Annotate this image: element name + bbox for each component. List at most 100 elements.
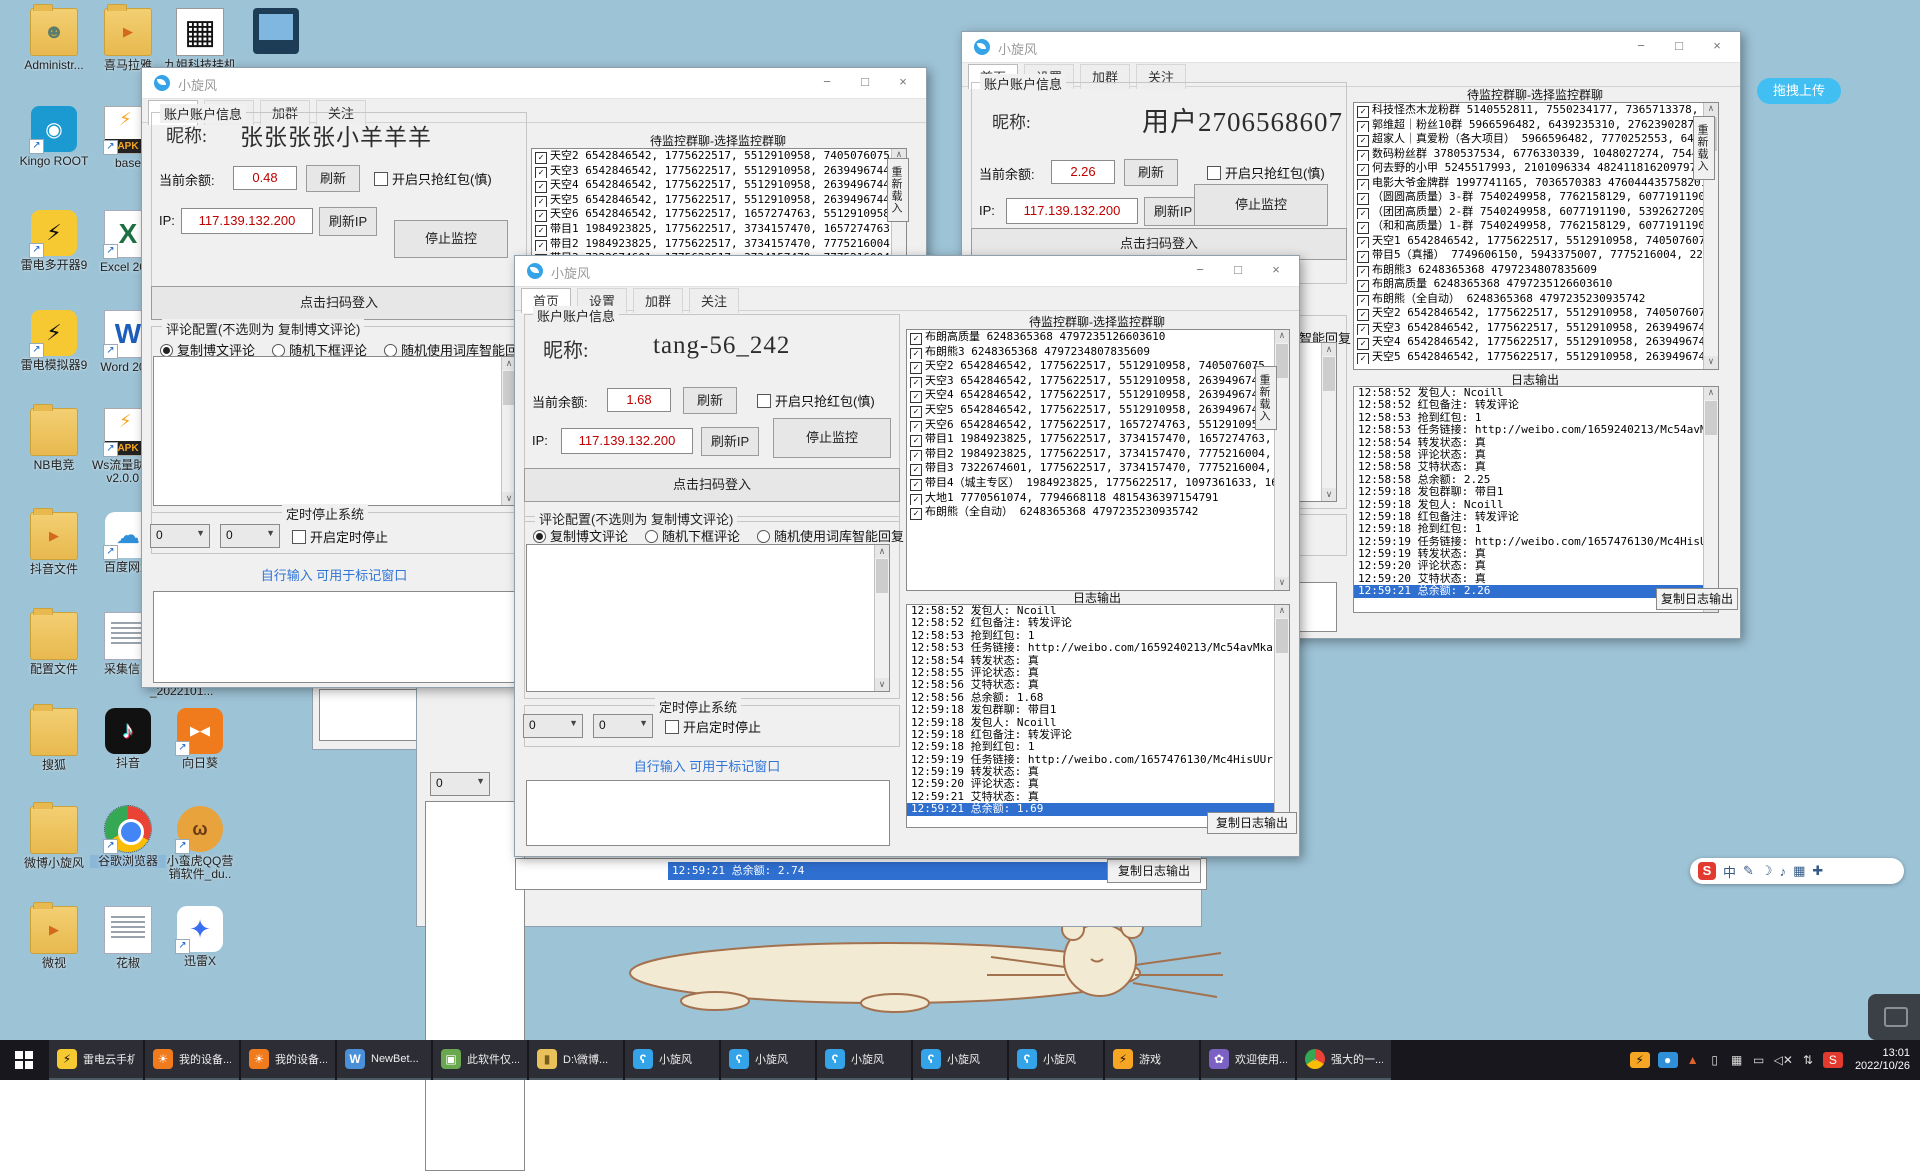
window-minimize-button[interactable]: −	[812, 72, 842, 92]
copy-log-button[interactable]: 复制日志输出	[1107, 859, 1201, 883]
radio-lexicon-reply[interactable]: 随机使用词库智能回复	[757, 526, 904, 545]
log-line[interactable]: 12:58:52 发包人: Ncoill	[1354, 387, 1718, 399]
group-row[interactable]: ✓天空1 6542846542, 1775622517, 5512910958,…	[1354, 234, 1718, 249]
taskbar-item-12-game[interactable]: ⚡游戏	[1105, 1040, 1199, 1080]
checked-checkbox-icon[interactable]: ✓	[1357, 266, 1369, 278]
checked-checkbox-icon[interactable]: ✓	[1357, 106, 1369, 118]
checked-checkbox-icon[interactable]: ✓	[1357, 208, 1369, 220]
checked-checkbox-icon[interactable]: ✓	[1357, 164, 1369, 176]
taskbar-item-13-welcome[interactable]: ✿欢迎使用...	[1201, 1040, 1295, 1080]
taskbar-item-5-picture[interactable]: ▣此软件仅...	[433, 1040, 527, 1080]
group-row[interactable]: ✓天空6 6542846542, 1775622517, 1657274763,…	[532, 207, 906, 222]
log-line[interactable]: 12:59:18 发包人: Ncoill	[907, 717, 1289, 729]
timer-hour-dropdown[interactable]: 0▼	[150, 524, 210, 548]
scroll-up-arrow[interactable]: ∧	[1704, 387, 1718, 400]
window-titlebar[interactable]: 小旋风−□×	[962, 32, 1740, 63]
log-line[interactable]: 12:59:20 评论状态: 真	[907, 778, 1289, 790]
desktop-icon-nb-esports-folder[interactable]: NB电竞	[16, 408, 92, 472]
group-row[interactable]: ✓天空5 6542846542, 1775622517, 5512910958,…	[1354, 350, 1718, 365]
night-mode-icon[interactable]: ☽	[1761, 863, 1773, 879]
checked-checkbox-icon[interactable]: ✓	[535, 167, 547, 179]
desktop-icon-xunlei-x[interactable]: ✦迅雷X	[162, 906, 238, 968]
checked-checkbox-icon[interactable]: ✓	[1357, 222, 1369, 234]
chinese-mode-icon[interactable]: 中	[1723, 862, 1736, 881]
checked-checkbox-icon[interactable]: ✓	[1357, 251, 1369, 263]
log-line[interactable]: 12:59:18 抢到红包: 1	[907, 741, 1289, 753]
scroll-down-arrow[interactable]: ∨	[1322, 488, 1336, 501]
mark-note-box[interactable]	[526, 780, 890, 846]
group-row[interactable]: ✓带目1 1984923825, 1775622517, 3734157470,…	[907, 432, 1289, 447]
taskbar-item-9-bird[interactable]: ʕ小旋风	[817, 1040, 911, 1080]
log-line[interactable]: 12:58:53 抢到红包: 1	[1354, 412, 1718, 424]
desktop-icon-ld-multi-launcher[interactable]: ⚡雷电多开器9	[16, 210, 92, 272]
redpacket-only-checkbox[interactable]: 开启只抢红包(慎)	[1207, 163, 1325, 182]
group-row[interactable]: ✓大地1 7770561074, 7794668118 481543639715…	[907, 491, 1289, 506]
log-line[interactable]: 12:59:18 发包群聊: 带目1	[907, 704, 1289, 716]
checked-checkbox-icon[interactable]: ✓	[535, 181, 547, 193]
checked-checkbox-icon[interactable]: ✓	[535, 152, 547, 164]
window-minimize-button[interactable]: −	[1185, 260, 1215, 280]
log-line[interactable]: 12:59:21 艾特状态: 真	[907, 791, 1289, 803]
checked-checkbox-icon[interactable]: ✓	[910, 333, 922, 345]
desktop-icon-qr-code-shortcut[interactable]: ▦九姐科技挂机	[162, 8, 238, 72]
ip-value[interactable]: 117.139.132.200	[181, 208, 313, 234]
checked-checkbox-icon[interactable]: ✓	[910, 406, 922, 418]
group-row[interactable]: ✓（团团高质量）2-群 7540249958, 6077191190, 5392…	[1354, 205, 1718, 220]
log-line[interactable]: 12:59:19 任务链接: http://weibo.com/16574761…	[1354, 536, 1718, 548]
timer-hour-dropdown[interactable]: 0▼	[523, 714, 583, 738]
log-line[interactable]: 12:58:58 评论状态: 真	[1354, 449, 1718, 461]
leidian-tray-icon[interactable]: ⚡	[1630, 1052, 1650, 1068]
checkbox-box[interactable]	[665, 720, 679, 734]
drag-upload-button[interactable]: 拖拽上传	[1757, 78, 1841, 104]
redpacket-only-checkbox[interactable]: 开启只抢红包(慎)	[757, 391, 875, 410]
alert-tray-icon[interactable]: ▲	[1686, 1053, 1700, 1067]
group-row[interactable]: ✓天空2 6542846542, 1775622517, 5512910958,…	[907, 359, 1289, 374]
group-row[interactable]: ✓带目3 7322674601, 1775622517, 3734157470,…	[907, 461, 1289, 476]
checked-checkbox-icon[interactable]: ✓	[910, 435, 922, 447]
group-row[interactable]: ✓（圆圆高质量）3-群 7540249958, 7762158129, 6077…	[1354, 190, 1718, 205]
group-row[interactable]: ✓布朗熊（全自动） 6248365368 4797235230935742	[1354, 292, 1718, 307]
checked-checkbox-icon[interactable]: ✓	[910, 391, 922, 403]
desktop-icon-this-pc[interactable]	[238, 8, 314, 57]
checked-checkbox-icon[interactable]: ✓	[910, 450, 922, 462]
checked-checkbox-icon[interactable]: ✓	[910, 464, 922, 476]
taskbar-item-8-bird[interactable]: ʕ小旋风	[721, 1040, 815, 1080]
checked-checkbox-icon[interactable]: ✓	[1357, 324, 1369, 336]
scroll-up-arrow[interactable]: ∧	[1322, 343, 1336, 356]
checked-checkbox-icon[interactable]: ✓	[535, 196, 547, 208]
scroll-down-arrow[interactable]: ∨	[1704, 356, 1718, 369]
copy-log-button[interactable]: 复制日志输出	[1656, 588, 1738, 610]
scroll-thumb[interactable]	[876, 559, 888, 593]
radio-circle-icon[interactable]	[645, 530, 658, 543]
log-line[interactable]: 12:58:56 艾特状态: 真	[907, 679, 1289, 691]
radio-copy-post-comment[interactable]: 复制博文评论	[533, 526, 628, 545]
tab-关注[interactable]: 关注	[689, 288, 739, 313]
desktop-icon-weibo-whirlwind-folder[interactable]: 微博小旋风	[16, 806, 92, 870]
window-titlebar[interactable]: 小旋风−□×	[142, 68, 926, 99]
checked-checkbox-icon[interactable]: ✓	[1357, 280, 1369, 292]
scroll-down-arrow[interactable]: ∨	[875, 678, 889, 691]
redpacket-only-checkbox[interactable]: 开启只抢红包(慎)	[374, 169, 492, 188]
group-row[interactable]: ✓（和和高质量）1-群 7540249958, 7762158129, 6077…	[1354, 219, 1718, 234]
group-row[interactable]: ✓数码粉丝群 3780537534, 6776330339, 104802727…	[1354, 147, 1718, 162]
reload-vertical-button[interactable]: 重新载入	[1693, 116, 1715, 180]
scroll-up-arrow[interactable]: ∧	[1704, 103, 1718, 116]
checked-checkbox-icon[interactable]: ✓	[535, 225, 547, 237]
balance-value[interactable]: 0.48	[233, 166, 297, 190]
checkbox-box[interactable]	[757, 394, 771, 408]
timer-stop-checkbox[interactable]: 开启定时停止	[292, 527, 388, 546]
desktop-icon-huajiao-doc[interactable]: 花椒	[90, 906, 166, 970]
ip-value[interactable]: 117.139.132.200	[1006, 198, 1138, 224]
desktop-icon-ximalaya-folder[interactable]: ▶喜马拉雅	[90, 8, 166, 72]
group-row[interactable]: ✓天空2 6542846542, 1775622517, 5512910958,…	[1354, 306, 1718, 321]
log-line[interactable]: 12:58:52 红包备注: 转发评论	[907, 617, 1289, 629]
start-button[interactable]	[0, 1040, 48, 1080]
window-maximize-button[interactable]: □	[1664, 36, 1694, 56]
log-line[interactable]: 12:58:52 发包人: Ncoill	[907, 605, 1289, 617]
ip-value[interactable]: 117.139.132.200	[561, 428, 693, 454]
comment-textarea[interactable]: ∧∨	[526, 544, 890, 692]
log-line[interactable]: 12:59:19 任务链接: http://weibo.com/16574761…	[907, 754, 1289, 766]
log-line[interactable]: 12:58:58 艾特状态: 真	[1354, 461, 1718, 473]
log-line[interactable]: 12:58:53 任务链接: http://weibo.com/16592402…	[907, 642, 1289, 654]
display-tray-icon[interactable]: ▭	[1752, 1053, 1766, 1067]
